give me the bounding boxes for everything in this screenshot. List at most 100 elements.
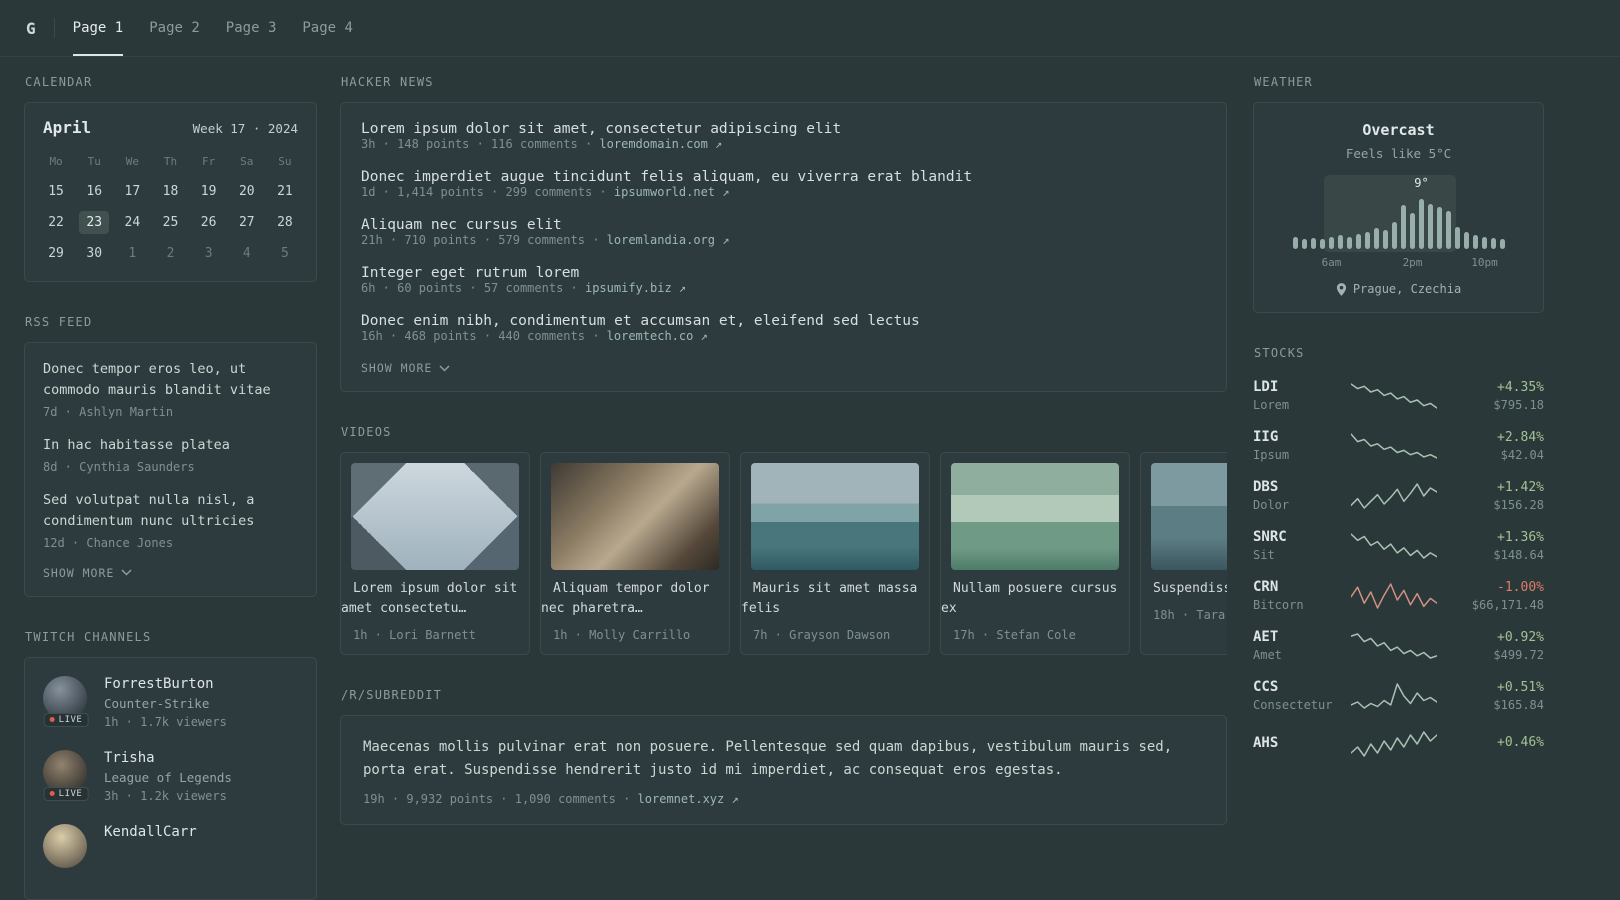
videos-carousel[interactable]: Lorem ipsum dolor sit amet consectetu… 1…	[340, 452, 1227, 656]
app-logo[interactable]: G	[26, 0, 36, 56]
hn-story-meta: 3h · 148 points · 116 comments · loremdo…	[361, 137, 1206, 151]
stock-id: AET Amet	[1253, 629, 1345, 662]
video-card[interactable]: Lorem ipsum dolor sit amet consectetu… 1…	[340, 452, 530, 656]
weather-hour-bar	[1364, 232, 1370, 249]
twitch-channel-name[interactable]: ForrestBurton	[104, 676, 214, 692]
twitch-channel-name[interactable]: Trisha	[104, 750, 155, 766]
video-meta: 7h · Grayson Dawson	[753, 628, 891, 643]
video-meta: 18h · Tara	[1153, 608, 1226, 623]
stock-row[interactable]: IIG Ipsum +2.84% $42.04	[1253, 429, 1544, 462]
stock-row[interactable]: CCS Consectetur +0.51% $165.84	[1253, 679, 1544, 712]
hn-story-stats: 16h · 468 points · 440 comments ·	[361, 329, 607, 343]
middle-column: HACKER NEWS Lorem ipsum dolor sit amet, …	[340, 75, 1227, 826]
video-title[interactable]: Lorem ipsum dolor sit amet consectetu…	[341, 581, 517, 616]
weather-hour-bar	[1328, 237, 1334, 249]
rss-item-title[interactable]: Sed volutpat nulla nisl, a condimentum n…	[43, 492, 254, 529]
stock-ticker: IIG	[1253, 429, 1279, 445]
video-title[interactable]: Aliquam tempor dolor nec pharetra…	[541, 581, 710, 616]
video-card[interactable]: Mauris sit amet massa felis 7h · Grayson…	[740, 452, 930, 656]
rss-item-title[interactable]: Donec tempor eros leo, ut commodo mauris…	[43, 361, 271, 398]
weather-hour-bar	[1454, 227, 1460, 249]
rss-show-more-button[interactable]: SHOW MORE	[43, 566, 298, 580]
weather-hour-bar	[1418, 199, 1424, 249]
live-label: LIVE	[58, 788, 83, 799]
calendar-day: 22	[48, 215, 64, 230]
rss-item-meta: 8d · Cynthia Saunders	[43, 459, 195, 474]
rss-item: Sed volutpat nulla nisl, a condimentum n…	[43, 490, 298, 550]
rss-item: In hac habitasse platea 8d · Cynthia Sau…	[43, 435, 298, 474]
weather-card: Overcast Feels like 5°C 9° 6am 2pm 10pm …	[1253, 102, 1544, 313]
stock-values: +1.36% $148.64	[1443, 530, 1544, 562]
stock-change: +1.36%	[1497, 529, 1544, 545]
hn-story-domain-link[interactable]: loremlandia.org ↗	[607, 233, 730, 247]
reddit-domain-link[interactable]: loremnet.xyz ↗	[638, 792, 739, 806]
twitch-channel-name[interactable]: KendallCarr	[104, 824, 197, 840]
stock-row[interactable]: SNRC Sit +1.36% $148.64	[1253, 529, 1544, 562]
stock-ticker: SNRC	[1253, 529, 1287, 545]
hn-story-domain-link[interactable]: loremtech.co ↗	[607, 329, 708, 343]
weather-hour-bar	[1310, 238, 1316, 249]
hn-story-title[interactable]: Integer eget rutrum lorem	[361, 265, 579, 281]
video-title[interactable]: Suspendisse diam	[1141, 581, 1227, 596]
stock-row[interactable]: AHS +0.46%	[1253, 729, 1544, 759]
weather-time-label: 10pm	[1471, 256, 1498, 269]
tab-page-2[interactable]: Page 2	[149, 0, 200, 56]
location-pin-icon	[1336, 282, 1346, 296]
tab-page-1[interactable]: Page 1	[72, 0, 124, 56]
twitch-channel-row[interactable]: LIVE Trisha League of Legends 3h · 1.2k …	[43, 749, 298, 803]
chevron-down-icon	[439, 364, 450, 372]
stock-name: Ipsum	[1253, 448, 1290, 462]
stock-row[interactable]: CRN Bitcorn -1.00% $66,171.48	[1253, 579, 1544, 612]
video-card[interactable]: Suspendisse diam 18h · Tara	[1140, 452, 1227, 656]
avatar[interactable]	[43, 823, 87, 868]
video-thumbnail[interactable]	[951, 463, 1119, 570]
hn-story-title[interactable]: Aliquam nec cursus elit	[361, 217, 562, 233]
video-title[interactable]: Nullam posuere cursus ex	[941, 581, 1117, 616]
hn-story-title[interactable]: Lorem ipsum dolor sit amet, consectetur …	[361, 121, 841, 137]
twitch-channel-info: Trisha League of Legends 3h · 1.2k viewe…	[104, 750, 232, 803]
calendar-grid: Mo Tu We Th Fr Sa Su 15 16 17 18 19 20 21 22 23 24 25 26 27…	[25, 142, 316, 281]
calendar-day: 1	[128, 246, 137, 261]
calendar-day: 20	[238, 184, 255, 199]
hn-story-domain-link[interactable]: ipsumify.biz ↗	[585, 281, 686, 295]
twitch-channel-row[interactable]: KendallCarr	[43, 823, 298, 868]
hn-story-title[interactable]: Donec enim nibh, condimentum et accumsan…	[361, 313, 920, 329]
video-thumbnail[interactable]	[551, 463, 719, 570]
twitch-card: LIVE ForrestBurton Counter-Strike 1h · 1…	[24, 656, 317, 900]
calendar-day-header: Su	[278, 155, 292, 168]
topbar: G Page 1 Page 2 Page 3 Page 4	[0, 0, 1620, 57]
stock-change: -1.00%	[1497, 579, 1544, 595]
stock-sparkline	[1351, 382, 1437, 409]
hn-story: Lorem ipsum dolor sit amet, consectetur …	[361, 121, 1206, 151]
stocks-section-title: STOCKS	[1254, 346, 1305, 360]
twitch-channel-row[interactable]: LIVE ForrestBurton Counter-Strike 1h · 1…	[43, 675, 298, 729]
hn-story-domain-link[interactable]: loremdomain.com ↗	[599, 137, 722, 151]
weather-time-label: 6am	[1321, 256, 1342, 269]
stock-row[interactable]: LDI Lorem +4.35% $795.18	[1253, 379, 1544, 412]
stock-price: $156.28	[1493, 497, 1544, 512]
calendar-day: 16	[86, 184, 103, 199]
stock-row[interactable]: AET Amet +0.92% $499.72	[1253, 629, 1544, 662]
reddit-post-text[interactable]: Maecenas mollis pulvinar erat non posuer…	[363, 739, 1172, 778]
page-tabs: Page 1 Page 2 Page 3 Page 4	[72, 0, 379, 56]
video-title[interactable]: Mauris sit amet massa felis	[741, 581, 917, 616]
stock-ticker: CCS	[1253, 679, 1279, 695]
video-card[interactable]: Aliquam tempor dolor nec pharetra… 1h · …	[540, 452, 730, 656]
video-thumbnail[interactable]	[751, 463, 919, 570]
stock-row[interactable]: DBS Dolor +1.42% $156.28	[1253, 479, 1544, 512]
weather-hour-bar	[1481, 237, 1487, 249]
video-thumbnail[interactable]	[1151, 463, 1227, 570]
weather-hour-bar	[1445, 211, 1451, 249]
tab-page-4[interactable]: Page 4	[302, 0, 353, 56]
video-card[interactable]: Nullam posuere cursus ex 17h · Stefan Co…	[940, 452, 1130, 656]
hn-show-more-button[interactable]: SHOW MORE	[361, 361, 1206, 375]
rss-item-title[interactable]: In hac habitasse platea	[43, 437, 230, 453]
tab-page-3[interactable]: Page 3	[226, 0, 277, 56]
hn-story-domain-link[interactable]: ipsumworld.net ↗	[614, 185, 730, 199]
twitch-avatar-wrap: LIVE	[43, 675, 89, 727]
show-more-label: SHOW MORE	[43, 565, 115, 580]
rss-item-meta: 7d · Ashlyn Martin	[43, 404, 174, 419]
hn-story-title[interactable]: Donec imperdiet augue tincidunt felis al…	[361, 169, 972, 185]
hn-story-meta: 21h · 710 points · 579 comments · loreml…	[361, 233, 1206, 247]
video-thumbnail[interactable]	[351, 463, 519, 570]
